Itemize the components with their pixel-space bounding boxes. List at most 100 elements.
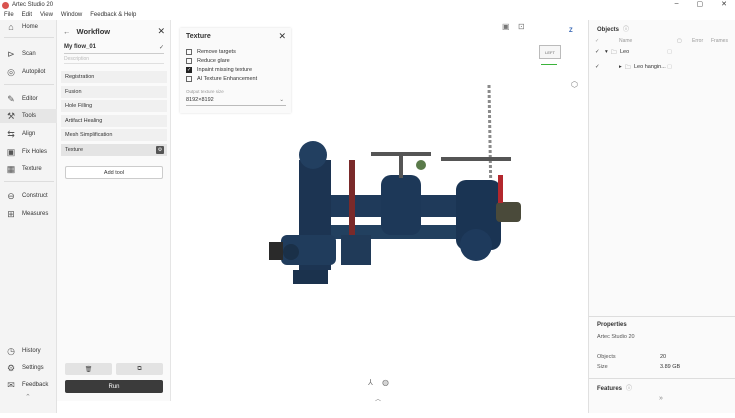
column-icon: ▢ [677,38,682,44]
chevron-down-icon: ⌄ [279,97,284,103]
workflow-panel: ← Workflow ✕ My flow_01 ✓ Description Re… [57,20,171,401]
maximize-button[interactable]: ▢ [697,0,704,8]
nav-fix-holes-label: Fix Holes [22,149,48,155]
orbit-icon[interactable]: ⬡ [571,80,578,89]
nav-autopilot[interactable]: ◎ Autopilot [0,65,57,79]
step-registration[interactable]: Registration [61,71,167,83]
editor-icon: ✎ [7,93,15,104]
add-tool-button[interactable]: Add tool [65,166,163,179]
visibility-icon[interactable]: ▢ [667,49,672,55]
remove-targets-label: Remove targets [197,49,236,55]
run-button[interactable]: Run [65,380,163,393]
home-icon: ⌂ [8,22,14,32]
output-texture-size-select[interactable]: 8192×8192 ⌄ [186,97,286,106]
globe-icon[interactable]: ◍ [382,378,389,387]
texture-size-value: 8192×8192 [186,97,214,103]
nav-home[interactable]: ⌂ Home [0,20,57,34]
nav-editor[interactable]: ✎ Editor [0,92,57,106]
nav-settings[interactable]: ⚙ Settings [0,361,57,375]
reduce-glare-label: Reduce glare [197,58,230,64]
back-arrow-icon[interactable]: ← [63,27,71,36]
object-row[interactable]: ✓ ▾ 🗀 Leo ▢ [595,49,733,59]
info-icon[interactable]: ⓘ [626,386,632,392]
nav-history[interactable]: ◷ History [0,344,57,358]
minimize-button[interactable]: – [675,0,679,8]
tools-icon: ⚒ [6,110,16,121]
history-icon: ◷ [7,345,15,356]
check-column-icon: ✓ [595,38,600,44]
error-column-header[interactable]: Error [692,38,703,44]
collapse-chevron-icon[interactable]: ⌃ [25,393,31,401]
nav-feedback-label: Feedback [22,382,49,388]
size-value: 3.89 GB [660,364,681,370]
nav-fix-holes[interactable]: ▣ Fix Holes [0,145,57,159]
divider [589,378,735,379]
frames-column-header[interactable]: Frames [711,38,728,44]
fit-view-icon[interactable]: ⊡ [518,22,525,31]
nav-scan[interactable]: ⊳ Scan [0,47,57,61]
menu-feedback-help[interactable]: Feedback & Help [90,12,136,18]
name-column-header[interactable]: Name [619,38,632,44]
nav-history-label: History [22,348,41,354]
checkbox-box [186,49,192,55]
object-row[interactable]: ✓ ▸ 🗀 Leo hangin... ▢ [595,64,733,74]
nav-measures-label: Measures [22,211,49,217]
menu-window[interactable]: Window [61,12,82,18]
reduce-glare-checkbox[interactable]: Reduce glare [186,57,230,65]
visibility-icon[interactable]: ▢ [667,64,672,70]
folder-icon: 🗀 [625,65,631,71]
workflow-title: Workflow [76,26,111,36]
output-texture-size-label: Output texture size [186,89,224,94]
step-hole-filling[interactable]: Hole Filling [61,100,167,112]
texture-icon: ▦ [6,163,16,174]
expand-icon[interactable]: ▾ [605,49,608,55]
check-icon[interactable]: ✓ [595,64,600,70]
trash-icon: 🗑 [84,366,93,373]
nav-tools[interactable]: ⚒ Tools [0,109,57,123]
nav-feedback[interactable]: ✉ Feedback [0,378,57,392]
nav-texture[interactable]: ▦ Texture [0,162,57,176]
axes-icon[interactable]: ⅄ [368,378,373,387]
checkmark-icon: ✓ [186,67,192,73]
objects-title-label: Objects [597,27,620,33]
expand-double-chevron-icon[interactable]: » [659,395,663,402]
delete-button[interactable]: 🗑 [65,363,112,375]
inpaint-missing-texture-checkbox[interactable]: ✓ Inpaint missing texture [186,66,252,74]
duplicate-button[interactable]: ⧉ [116,363,163,375]
nav-editor-label: Editor [22,96,38,102]
nav-construct[interactable]: ⊖ Construct [0,189,57,203]
check-icon[interactable]: ✓ [595,49,600,55]
settings-icon[interactable]: ⚙ [156,146,164,154]
close-window-button[interactable]: ✕ [721,0,727,8]
features-title: Features ⓘ [597,383,632,392]
step-mesh-simplification[interactable]: Mesh Simplification [61,129,167,141]
workflow-name-value: My flow_01 [64,44,97,50]
step-fusion[interactable]: Fusion [61,86,167,98]
expand-icon[interactable]: ▸ [619,64,622,70]
nav-align[interactable]: ⇆ Align [0,127,57,141]
view-mode-icon[interactable]: ▣ [502,22,510,31]
menu-edit[interactable]: Edit [22,12,32,18]
info-icon[interactable]: ⓘ [623,27,629,33]
step-texture[interactable]: Texture ⚙ [61,144,167,156]
close-icon[interactable]: ✕ [278,31,286,42]
ai-texture-enhancement-checkbox[interactable]: AI Texture Enhancement [186,75,257,83]
expand-chevron-icon[interactable]: ︿ [375,394,381,403]
workflow-description-field[interactable]: Description [64,56,164,64]
close-icon[interactable]: ✕ [157,26,165,37]
step-artifact-healing[interactable]: Artifact Healing [61,115,167,127]
check-icon[interactable]: ✓ [159,44,164,51]
menu-file[interactable]: File [4,12,14,18]
checkbox-box [186,58,192,64]
workflow-name-field[interactable]: My flow_01 ✓ [64,44,164,54]
properties-title: Properties [597,322,627,328]
right-panel: Objects ⓘ ✓ Name ▢ Error Frames ✓ ▾ 🗀 Leo… [588,20,735,413]
remove-targets-checkbox[interactable]: Remove targets [186,48,236,56]
view-cube[interactable]: LEFT [539,45,561,59]
nav-measures[interactable]: ⊞ Measures [0,207,57,221]
3d-viewport[interactable]: Texture ✕ Remove targets Reduce glare ✓ I… [171,20,588,413]
object-name: Leo [620,49,630,55]
menu-view[interactable]: View [40,12,53,18]
feedback-icon: ✉ [7,379,15,390]
divider [4,37,54,38]
